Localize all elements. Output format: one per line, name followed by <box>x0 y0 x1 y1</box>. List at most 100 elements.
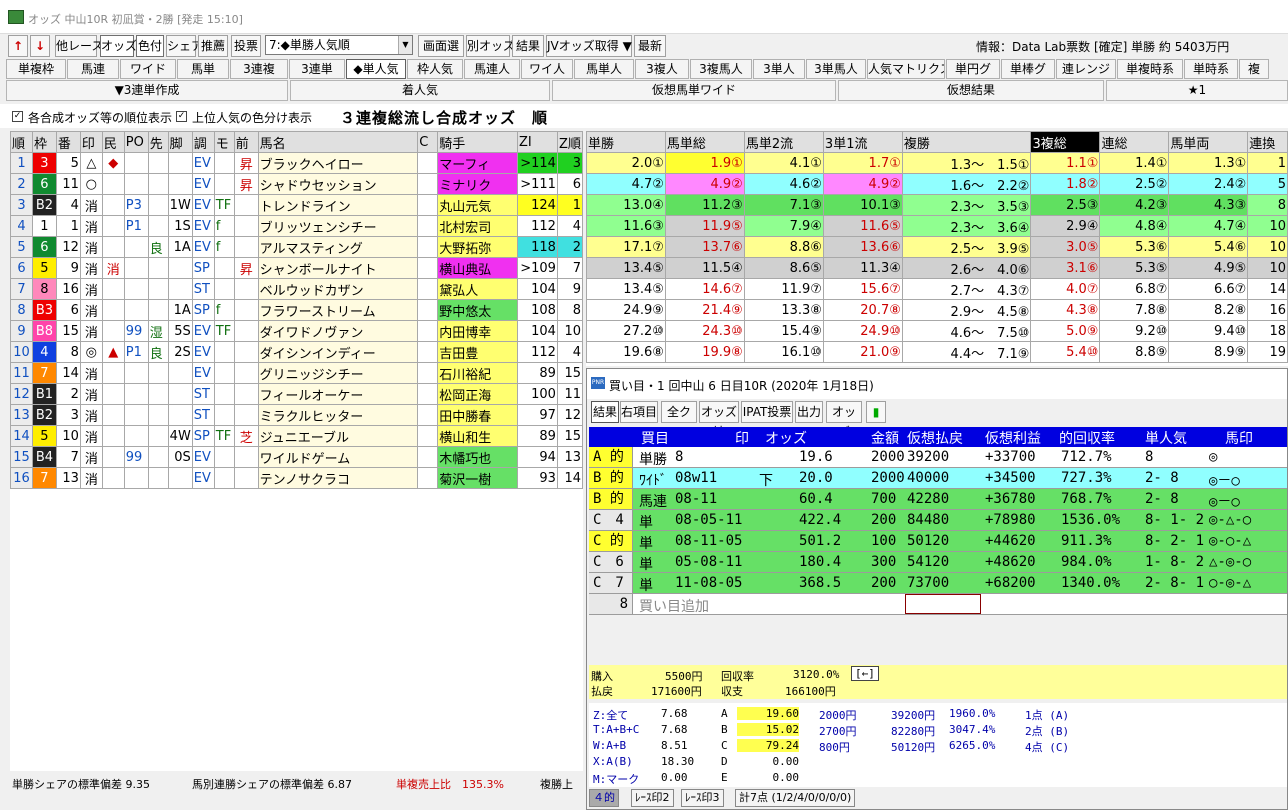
horse-row[interactable]: 2 6 11 ○ EV 昇シャドウセッション ミナリク >111 6 <box>10 173 584 195</box>
horse-row[interactable]: 15 B4 7 消 99 0S EV ワイルドゲーム 木幡巧也 94 13 <box>10 446 584 468</box>
tab-3[interactable]: 馬単 <box>177 59 229 79</box>
horse-row[interactable]: 8 B3 6 消 1A SP f フラワーストリーム 野中悠太 108 8 <box>10 299 584 321</box>
tab-17[interactable]: 単棒グ <box>1001 59 1055 79</box>
popup-button-1[interactable]: 右項目 <box>620 401 658 423</box>
tab-5[interactable]: 3連単 <box>289 59 345 79</box>
tab-4[interactable]: 3連複 <box>230 59 288 79</box>
horse-name[interactable]: ミラクルヒッター <box>257 404 419 426</box>
popup-button-4[interactable]: IPAT投票 <box>741 401 793 423</box>
odds-button[interactable]: オッズ <box>100 35 137 57</box>
tab-1[interactable]: 馬連 <box>67 59 119 79</box>
share-button[interactable]: シェア <box>166 35 203 57</box>
popup-tab-1[interactable]: ﾚｰｽ印2 <box>631 789 674 807</box>
horse-row[interactable]: 16 7 13 消 EV テンノサクラコ 菊沢一樹 93 14 <box>10 467 584 489</box>
horse-name[interactable]: フィールオーケー <box>257 383 419 405</box>
popup-button-0[interactable]: 結果 <box>591 401 619 423</box>
screen-select-button[interactable]: 画面選 <box>418 35 464 57</box>
sort-combo[interactable]: 7:◆単勝人気順 ▼ <box>265 35 413 55</box>
horse-name[interactable]: グリニッジシチー <box>257 362 419 384</box>
rank-display-checkbox[interactable]: ✓ <box>12 111 23 122</box>
horse-name[interactable]: フラワーストリーム <box>257 299 419 321</box>
tab-2[interactable]: ワイド <box>120 59 176 79</box>
bet-row[interactable]: C 的単 08-11-05 501.2 100 50120 +44620 911.3% 8- … <box>589 531 1287 552</box>
horse-name[interactable]: ベルウッドカザン <box>257 278 419 300</box>
horse-row[interactable]: 12 B1 2 消 ST フィールオーケー 松岡正海 100 11 <box>10 383 584 405</box>
horse-row[interactable]: 11 7 14 消 EV グリニッジシチー 石川裕紀 89 15 <box>10 362 584 384</box>
horse-row[interactable]: 7 8 16 消 ST ベルウッドカザン 黛弘人 104 9 <box>10 278 584 300</box>
color-top-checkbox[interactable]: ✓ <box>176 111 187 122</box>
horse-row[interactable]: 6 5 9 消消 SP 昇シャンボールナイト 横山典弘 >109 7 <box>10 257 584 279</box>
menu-button-2[interactable]: 仮想馬単ワイド <box>552 80 836 101</box>
horse-row[interactable]: 13 B2 3 消 ST ミラクルヒッター 田中勝春 97 12 <box>10 404 584 426</box>
horse-name[interactable]: テンノサクラコ <box>257 467 419 489</box>
vote-button[interactable]: 投票 <box>231 35 261 57</box>
tab-14[interactable]: 3単馬人 <box>806 59 866 79</box>
horse-name[interactable]: トレンドライン <box>257 194 419 216</box>
horse-row[interactable]: 1 3 5 △ ◆ EV 昇ブラックヘイロー マーフィ >114 3 <box>10 152 584 174</box>
amount-edit-cell[interactable] <box>905 594 981 614</box>
horse-name[interactable]: ダイシンインディー <box>257 341 419 363</box>
horse-name[interactable]: ジュニエーブル <box>257 425 419 447</box>
horse-name[interactable]: ダイワドノヴァン <box>257 320 419 342</box>
horse-name[interactable]: シャンボールナイト <box>257 257 419 279</box>
tab-9[interactable]: ワイ人 <box>521 59 573 79</box>
jv-odds-get-button[interactable]: JVオッズ取得 ▼ <box>546 35 632 57</box>
tab-7[interactable]: 枠人気 <box>407 59 463 79</box>
odds-cell: 18 <box>1247 320 1288 342</box>
horse-row[interactable]: 3 B2 4 消 P3 1W EV TF トレンドライン 丸山元気 124 1 <box>10 194 584 216</box>
pick-button[interactable]: 推薦 <box>198 35 228 57</box>
tab-10[interactable]: 馬単人 <box>574 59 634 79</box>
tab-6[interactable]: ◆単人気 <box>346 59 406 79</box>
bet-row[interactable]: B 的 ﾜｲﾄﾞ 08w11 下 20.0 2000 40000 +34500 727.3% 2-… <box>589 468 1287 489</box>
popup-button-2[interactable]: 全クリア <box>661 401 697 439</box>
popup-button-6[interactable]: オッズ <box>826 401 862 439</box>
horse-row[interactable]: 5 6 12 消 良 1A EV f アルマスティング 大野拓弥 118 2 <box>10 236 584 258</box>
popup-tab-2[interactable]: ﾚｰｽ印3 <box>681 789 724 807</box>
horse-row[interactable]: 9 B8 15 消 99 湿 5S EV TF ダイワドノヴァン 内田博幸 104 10 <box>10 320 584 342</box>
result-button[interactable]: 結果 <box>512 35 544 57</box>
menu-button-4[interactable]: ★1 <box>1106 80 1288 101</box>
chevron-down-icon[interactable]: ▼ <box>398 36 412 54</box>
horse-row[interactable]: 4 1 1 消 P1 1S EV f ブリッツェンシチー 北村宏司 112 4 <box>10 215 584 237</box>
mark-icon[interactable]: ▮ <box>866 401 886 423</box>
tab-21[interactable]: 複 <box>1239 59 1269 79</box>
other-odds-button[interactable]: 別オッズ <box>466 35 515 57</box>
horse-name[interactable]: アルマスティング <box>257 236 419 258</box>
horse-row[interactable]: 14 5 10 消 4W SP TF 芝ジュニエーブル 横山和生 89 15 <box>10 425 584 447</box>
other-race-button[interactable]: 他レース <box>55 35 103 57</box>
horse-name[interactable]: シャドウセッション <box>257 173 419 195</box>
popup-button-5[interactable]: 出力 <box>795 401 823 423</box>
add-bet-row[interactable]: 8 買い目追加 <box>589 594 1287 615</box>
odds-cell: 14.6⑦ <box>664 278 745 300</box>
color-button[interactable]: 色付 <box>136 35 164 57</box>
horse-name[interactable]: ワイルドゲーム <box>257 446 419 468</box>
tab-19[interactable]: 単複時系 <box>1117 59 1183 79</box>
bet-row[interactable]: C 4 単 08-05-11 422.4 200 84480 +78980 1536.0% 8-… <box>589 510 1287 531</box>
tab-0[interactable]: 単複枠 <box>6 59 66 79</box>
bet-row[interactable]: B 的馬連 08-11 60.4 700 42280 +36780 768.7% 2- 8 ◎－… <box>589 489 1287 510</box>
up-arrow-icon[interactable]: ↑ <box>8 35 28 57</box>
tab-11[interactable]: 3複人 <box>635 59 689 79</box>
tab-20[interactable]: 単時系 <box>1184 59 1238 79</box>
horse-row[interactable]: 10 4 8 ◎ ▲ P1 良 2S EV ダイシンインディー 吉田豊 112 4 <box>10 341 584 363</box>
down-arrow-icon[interactable]: ↓ <box>30 35 50 57</box>
popup-tab-3[interactable]: 計7点 (1/2/4/0/0/0/0) <box>735 789 856 807</box>
horse-name[interactable]: ブリッツェンシチー <box>257 215 419 237</box>
back-button[interactable]: [←] <box>851 666 879 681</box>
popup-tab-0[interactable]: ４的 <box>589 789 619 807</box>
menu-button-0[interactable]: ▼3連単作成 <box>6 80 288 101</box>
bet-row[interactable]: A 的単勝 8 19.6 2000 39200 +33700 712.7% 8 ◎ <box>589 447 1287 468</box>
menu-button-1[interactable]: 着人気 <box>290 80 550 101</box>
bet-row[interactable]: C 7 単 11-08-05 368.5 200 73700 +68200 1340.0% 2-… <box>589 573 1287 594</box>
latest-button[interactable]: 最新 <box>634 35 666 57</box>
tab-18[interactable]: 連レンジ <box>1056 59 1116 79</box>
menu-button-3[interactable]: 仮想結果 <box>838 80 1104 101</box>
tab-8[interactable]: 馬連人 <box>464 59 520 79</box>
bet-row[interactable]: C 6 単 05-08-11 180.4 300 54120 +48620 984.0% 1- … <box>589 552 1287 573</box>
tab-16[interactable]: 単円グ <box>946 59 1000 79</box>
horse-name[interactable]: ブラックヘイロー <box>257 152 419 174</box>
popup-button-3[interactable]: オッズ読 <box>699 401 739 439</box>
tab-13[interactable]: 3単人 <box>753 59 805 79</box>
tab-15[interactable]: 人気マトリクス <box>867 59 945 79</box>
tab-12[interactable]: 3複馬人 <box>690 59 752 79</box>
